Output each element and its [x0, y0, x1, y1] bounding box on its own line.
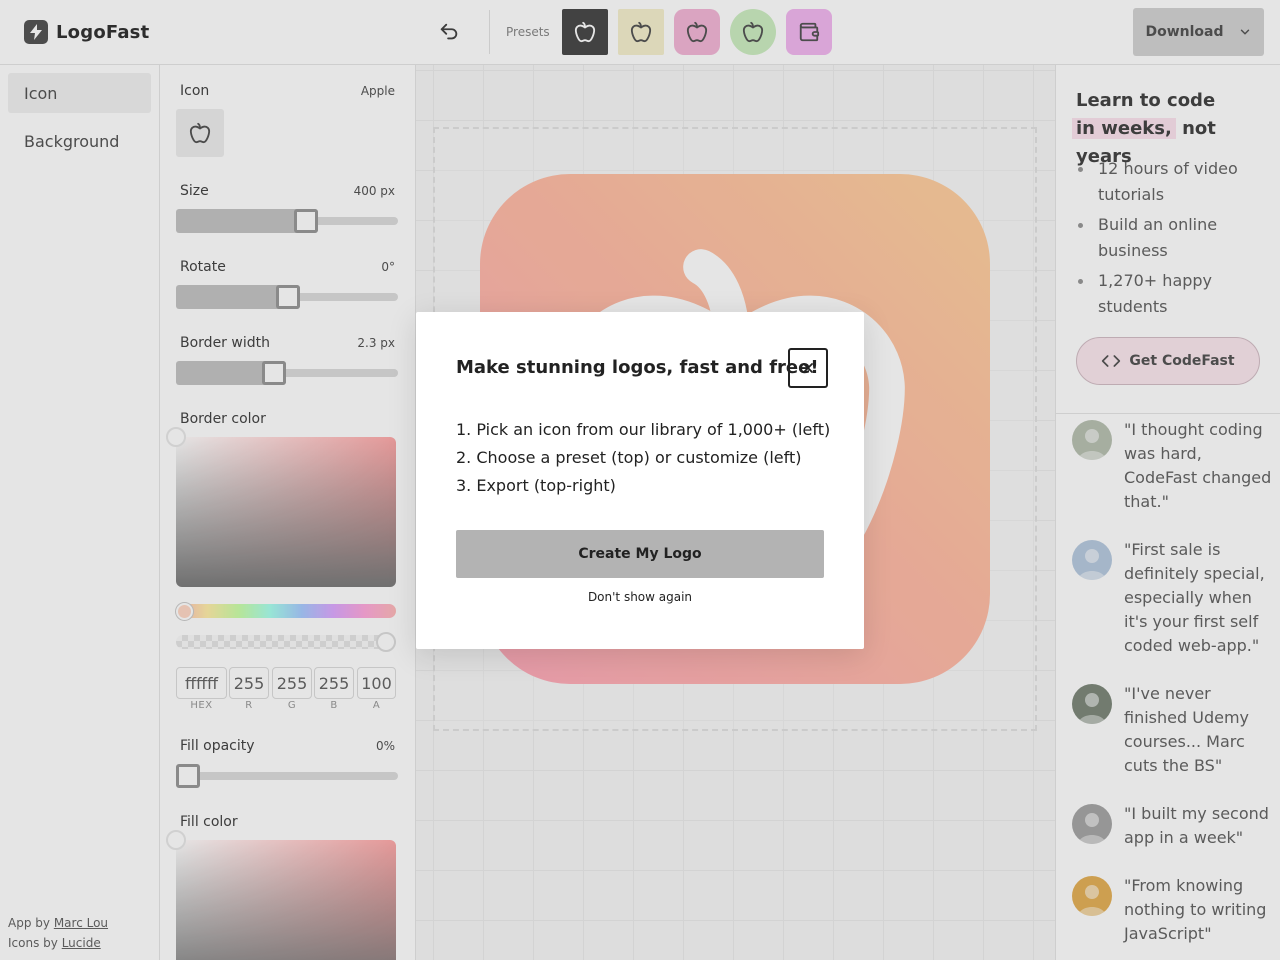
- modal-step: 2. Choose a preset (top) or customize (l…: [456, 448, 802, 467]
- modal-step: 1. Pick an icon from our library of 1,00…: [456, 420, 831, 439]
- close-button[interactable]: [788, 348, 828, 388]
- modal-step: 3. Export (top-right): [456, 476, 616, 495]
- modal-title: Make stunning logos, fast and free!: [456, 357, 819, 378]
- dont-show-again-link[interactable]: Don't show again: [456, 590, 824, 604]
- create-my-logo-button[interactable]: Create My Logo: [456, 530, 824, 578]
- modal-steps: 1. Pick an icon from our library of 1,00…: [456, 416, 836, 500]
- close-icon: [803, 363, 813, 373]
- welcome-modal: Make stunning logos, fast and free! 1. P…: [416, 312, 864, 649]
